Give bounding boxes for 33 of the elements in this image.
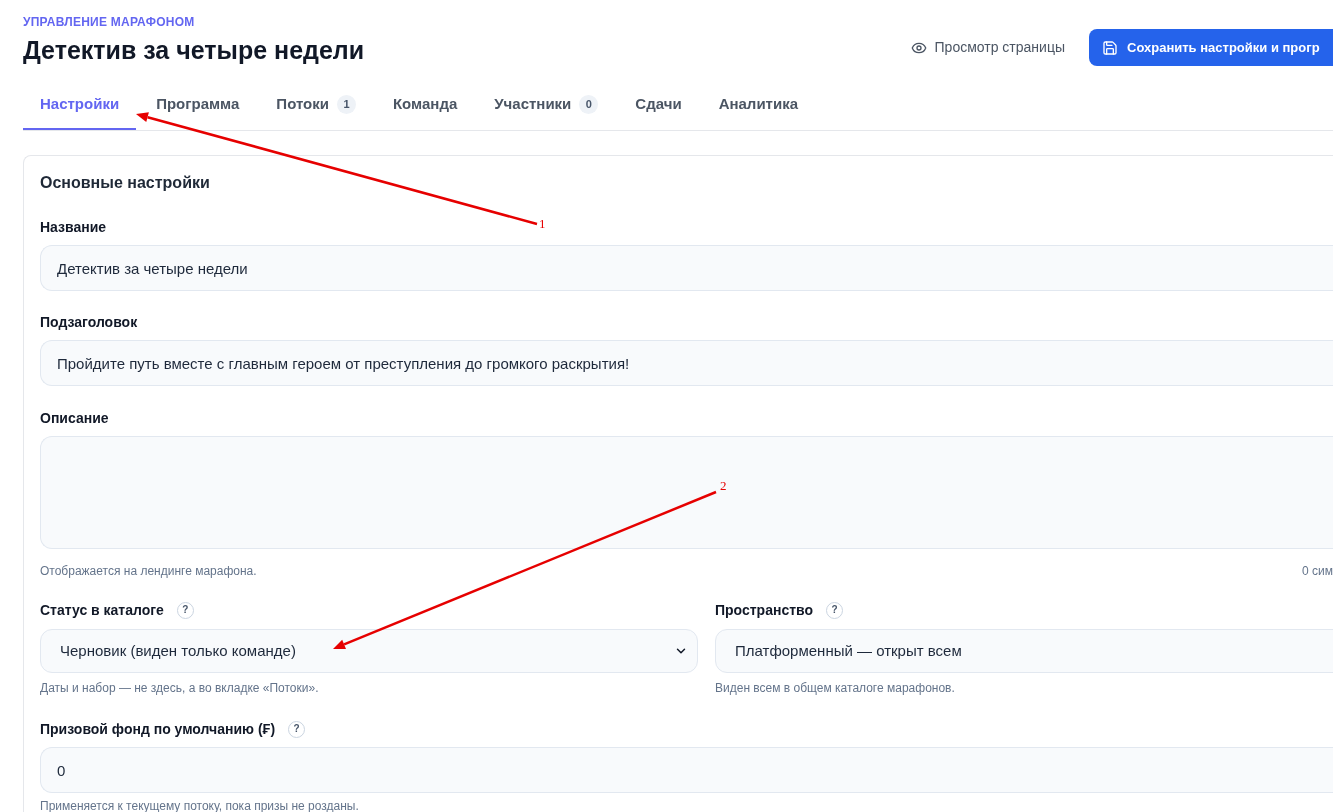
field-label: Призовой фонд по умолчанию (₣) bbox=[40, 719, 276, 739]
tab[interactable]: Команда bbox=[375, 86, 475, 130]
field-label: Название bbox=[40, 217, 107, 237]
text-input[interactable]: Детектив за четыре недели bbox=[40, 245, 1333, 291]
field-hint: Отображается на лендинге марафона. bbox=[40, 563, 257, 579]
tab-counter: 1 bbox=[336, 94, 356, 114]
tab[interactable]: Программа bbox=[139, 86, 257, 130]
save-button[interactable]: Сохранить настройки и прогр bbox=[1089, 29, 1333, 66]
description-textarea[interactable] bbox=[40, 436, 1333, 549]
card-title: Основные настройки bbox=[40, 173, 211, 193]
text-input[interactable]: Пройдите путь вместе с главным героем от преступления до громкого раскрытия! bbox=[40, 340, 1333, 386]
tab[interactable]: Участники 0 bbox=[477, 86, 616, 130]
preview-link[interactable]: Просмотр страницы bbox=[910, 37, 1065, 58]
field-label: Пространство bbox=[715, 600, 814, 620]
field-hint: Применяется к текущему потоку, пока призы не розданы. bbox=[40, 798, 359, 812]
tab[interactable]: Сдачи bbox=[618, 86, 699, 130]
page-title: Детектив за четыре недели bbox=[23, 35, 365, 66]
tab[interactable]: Настройки bbox=[23, 86, 137, 130]
field-hint: Даты и набор — не здесь, а во вкладке «Потоки». bbox=[40, 680, 319, 696]
character-counter: 0 сим bbox=[1302, 563, 1333, 579]
select-field[interactable]: Платформенный — открыт всем bbox=[715, 629, 1333, 673]
field-label: Статус в каталоге bbox=[40, 600, 164, 620]
annotation-number: 1 bbox=[539, 216, 546, 232]
select-field[interactable]: Черновик (виден только команде) bbox=[40, 629, 698, 673]
field-label: Описание bbox=[40, 408, 109, 428]
section-overline: УПРАВЛЕНИЕ МАРАФОНОМ bbox=[23, 14, 196, 30]
tab[interactable]: Потоки 1 bbox=[259, 86, 373, 130]
tab[interactable]: Аналитика bbox=[701, 86, 816, 130]
tab-counter: 0 bbox=[579, 94, 599, 114]
text-input[interactable]: 0 bbox=[40, 747, 1333, 793]
field-label: Подзаголовок bbox=[40, 312, 138, 332]
annotation-number: 2 bbox=[720, 478, 727, 494]
field-hint: Виден всем в общем каталоге марафонов. bbox=[715, 680, 955, 696]
